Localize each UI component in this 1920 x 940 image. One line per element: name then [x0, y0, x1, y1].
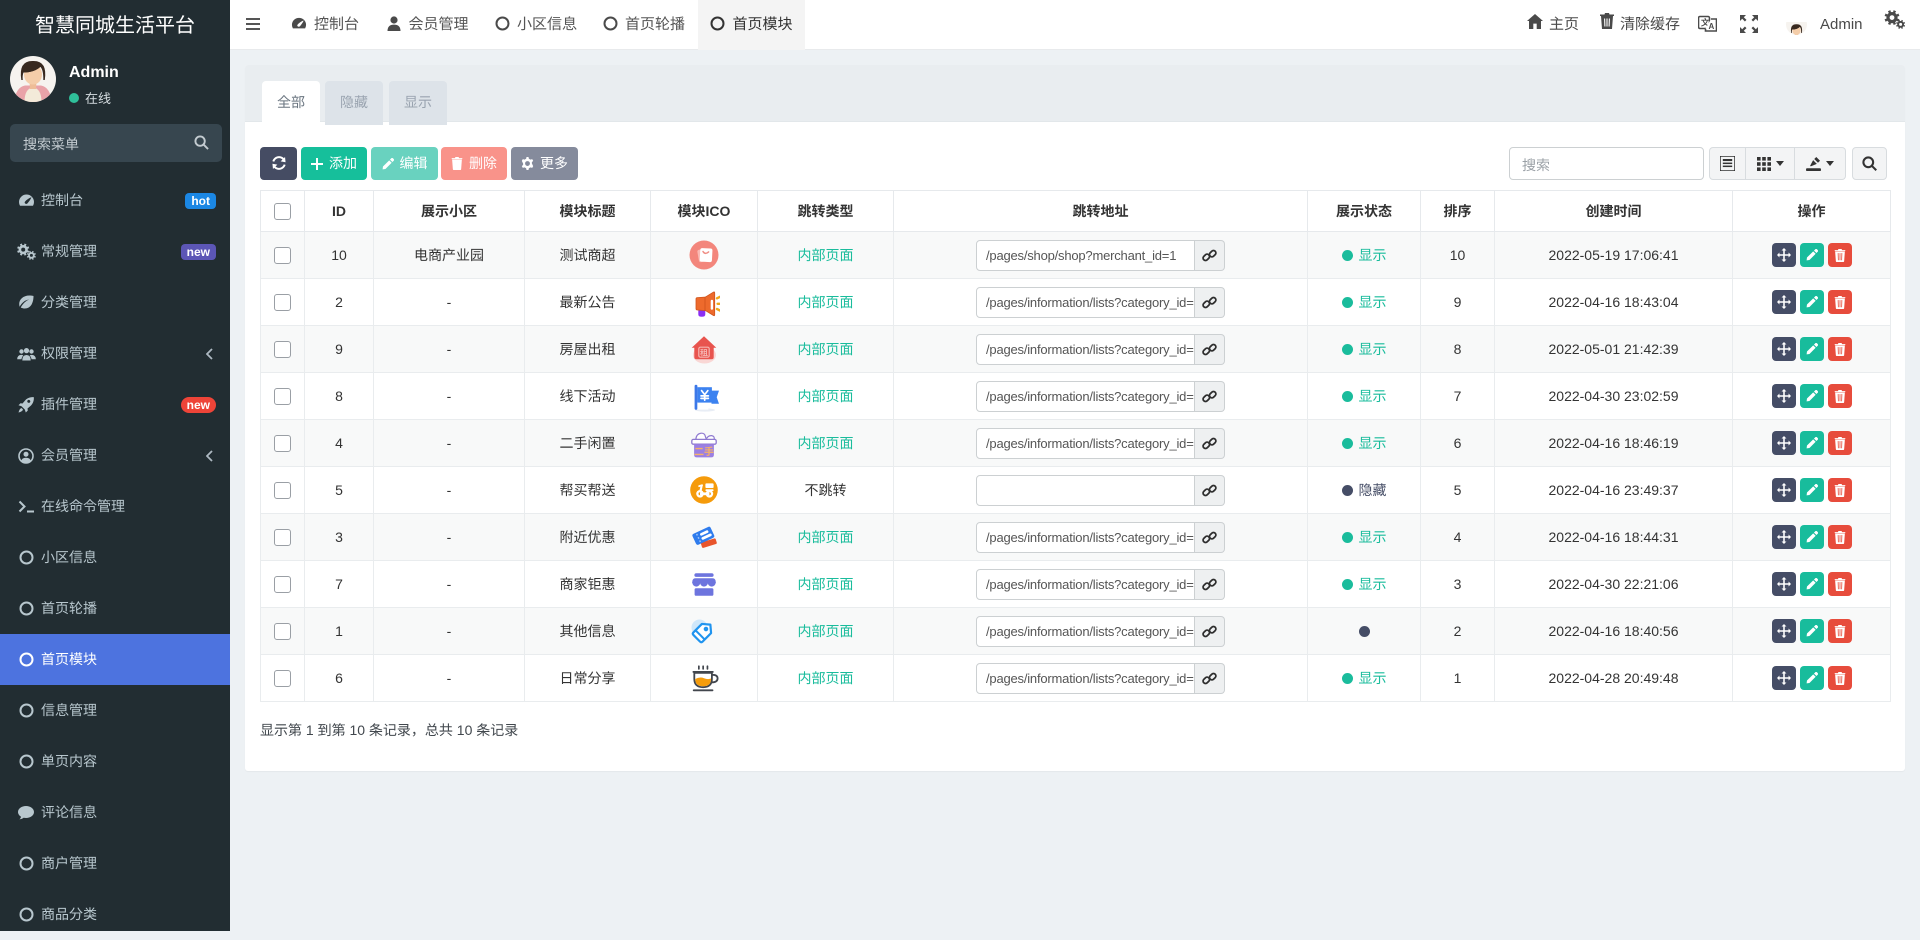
svg-text:二手: 二手	[694, 446, 714, 458]
svg-text:A: A	[1709, 22, 1715, 31]
svg-text:租: 租	[700, 349, 708, 358]
